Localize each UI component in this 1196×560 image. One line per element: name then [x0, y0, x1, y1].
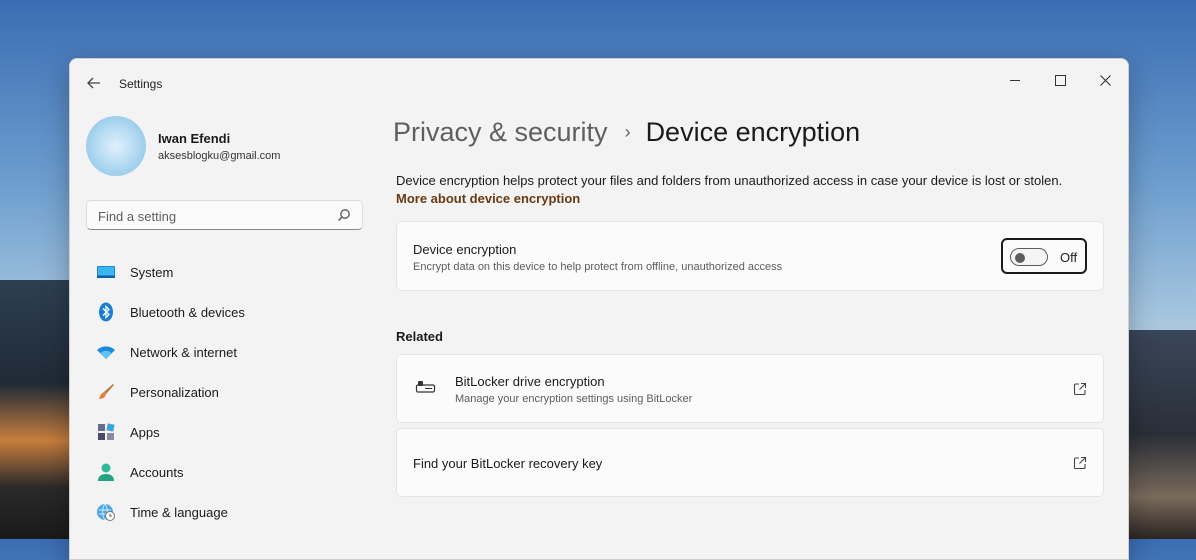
user-email: aksesblogku@gmail.com — [158, 150, 281, 162]
avatar — [86, 116, 146, 176]
sidebar-item-label: System — [130, 264, 174, 280]
sidebar-item-personalization[interactable]: Personalization — [86, 372, 366, 412]
search-input[interactable] — [96, 201, 330, 231]
breadcrumb-parent-link[interactable]: Privacy & security — [393, 117, 608, 148]
bitlocker-recovery-key-card[interactable]: Find your BitLocker recovery key — [396, 428, 1104, 497]
bluetooth-icon — [96, 302, 116, 322]
card-title: Find your BitLocker recovery key — [413, 456, 603, 471]
sidebar-item-label: Personalization — [130, 384, 219, 400]
close-button[interactable] — [1082, 65, 1128, 95]
sidebar-item-network[interactable]: Network & internet — [86, 332, 366, 372]
accounts-icon — [96, 462, 116, 482]
desktop-wallpaper-left — [0, 280, 80, 539]
sidebar-item-label: Accounts — [130, 464, 184, 480]
card-title: Device encryption — [413, 242, 517, 257]
back-button[interactable] — [80, 71, 108, 95]
title-bar: Settings — [70, 59, 1128, 107]
sidebar-nav: System Bluetooth & devices Network & int… — [86, 252, 366, 532]
minimize-icon — [1010, 79, 1020, 81]
system-icon — [96, 262, 116, 282]
window-title: Settings — [119, 77, 163, 91]
sidebar-item-label: Apps — [130, 424, 160, 440]
card-title: BitLocker drive encryption — [455, 374, 605, 389]
maximize-button[interactable] — [1037, 65, 1083, 95]
sidebar-item-label: Network & internet — [130, 344, 237, 360]
toggle-state-label: Off — [1060, 250, 1078, 265]
bitlocker-key-icon — [415, 381, 436, 393]
device-encryption-card: Device encryption Encrypt data on this d… — [396, 221, 1104, 291]
sidebar-item-bluetooth[interactable]: Bluetooth & devices — [86, 292, 366, 332]
close-icon — [1099, 74, 1111, 86]
toggle-knob — [1015, 253, 1025, 263]
search-box — [86, 200, 363, 231]
sidebar-item-system[interactable]: System — [86, 252, 366, 292]
sidebar-item-time-language[interactable]: Time & language — [86, 492, 366, 532]
sidebar-item-apps[interactable]: Apps — [86, 412, 366, 452]
sidebar-item-accounts[interactable]: Accounts — [86, 452, 366, 492]
bitlocker-drive-encryption-card[interactable]: BitLocker drive encryption Manage your e… — [396, 354, 1104, 423]
brush-icon — [96, 382, 116, 402]
globe-clock-icon — [96, 502, 116, 522]
page-description: Device encryption helps protect your fil… — [396, 172, 1086, 208]
sidebar-item-label: Time & language — [130, 504, 228, 520]
minimize-button[interactable] — [992, 65, 1038, 95]
breadcrumb: Privacy & security › Device encryption — [393, 117, 860, 148]
maximize-icon — [1054, 74, 1066, 86]
wifi-icon — [96, 342, 116, 362]
card-subtitle: Encrypt data on this device to help prot… — [413, 261, 783, 273]
back-arrow-icon — [87, 77, 100, 89]
page-title: Device encryption — [645, 117, 861, 147]
sidebar-item-label: Bluetooth & devices — [130, 304, 245, 320]
card-subtitle: Manage your encryption settings using Bi… — [455, 393, 693, 405]
search-icon[interactable] — [337, 208, 351, 222]
external-link-icon[interactable] — [1073, 382, 1087, 396]
description-text: Device encryption helps protect your fil… — [396, 173, 1063, 188]
related-heading: Related — [396, 329, 443, 344]
user-name: Iwan Efendi — [158, 131, 231, 146]
apps-icon — [96, 422, 116, 442]
toggle-track — [1010, 248, 1048, 266]
breadcrumb-chevron-icon: › — [624, 122, 631, 142]
more-about-encryption-link[interactable]: More about device encryption — [396, 191, 580, 206]
device-encryption-toggle[interactable]: Off — [1001, 238, 1087, 274]
settings-window: Settings Iwan Efendi aksesblogku@gmail.c… — [69, 58, 1129, 560]
external-link-icon[interactable] — [1073, 456, 1087, 470]
